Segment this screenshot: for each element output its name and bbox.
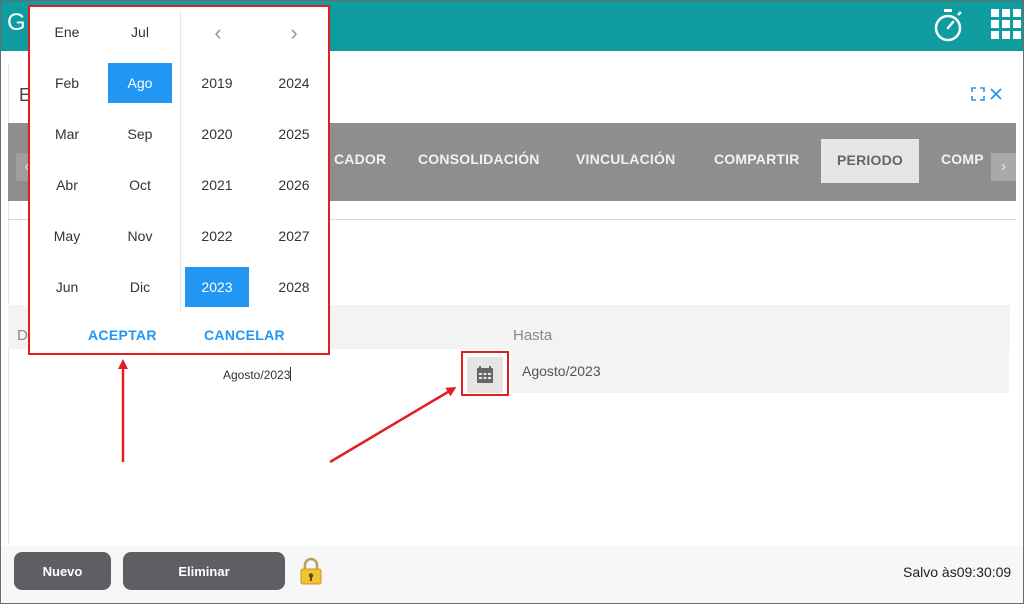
tab-indicador[interactable]: CADOR: [334, 151, 386, 167]
annotation-highlight-box: [461, 351, 509, 396]
expand-icon[interactable]: [971, 87, 985, 101]
tab-vinculacion[interactable]: VINCULACIÓN: [576, 151, 675, 167]
year-2024[interactable]: 2024: [262, 63, 326, 103]
saved-status: Salvo às09:30:09: [903, 564, 1012, 580]
month-feb[interactable]: Feb: [35, 63, 99, 103]
month-mar[interactable]: Mar: [35, 114, 99, 154]
new-button[interactable]: Nuevo: [14, 552, 111, 590]
year-2021[interactable]: 2021: [185, 165, 249, 205]
stopwatch-icon[interactable]: [931, 7, 965, 43]
month-jan[interactable]: Ene: [35, 12, 99, 52]
cancel-button[interactable]: CANCELAR: [204, 327, 285, 343]
desde-value: Agosto/2023: [223, 368, 291, 382]
year-2022[interactable]: 2022: [185, 216, 249, 256]
lock-icon[interactable]: [298, 557, 324, 585]
tab-comp[interactable]: COMP: [941, 151, 984, 167]
month-jun[interactable]: Jun: [35, 267, 99, 307]
month-may[interactable]: May: [35, 216, 99, 256]
year-2023-selected[interactable]: 2023: [185, 267, 249, 307]
year-2026[interactable]: 2026: [262, 165, 326, 205]
picker-divider: [180, 11, 181, 311]
month-dec[interactable]: Dic: [108, 267, 172, 307]
hasta-label: Hasta: [513, 327, 553, 344]
close-icon[interactable]: [989, 87, 1003, 101]
month-year-picker: Ene Feb Mar Abr May Jun Jul Ago Sep Oct …: [28, 5, 330, 355]
month-apr[interactable]: Abr: [35, 165, 99, 205]
next-years-icon[interactable]: ›: [282, 20, 306, 45]
month-sep[interactable]: Sep: [108, 114, 172, 154]
desde-label: D: [17, 327, 28, 344]
hasta-value: Agosto/2023: [522, 363, 601, 379]
hasta-field[interactable]: Agosto/2023: [511, 349, 1009, 393]
year-2020[interactable]: 2020: [185, 114, 249, 154]
delete-button[interactable]: Eliminar: [123, 552, 285, 590]
month-nov[interactable]: Nov: [108, 216, 172, 256]
tab-consolidacion[interactable]: CONSOLIDACIÓN: [418, 151, 540, 167]
desde-field[interactable]: Agosto/2023: [223, 367, 292, 382]
month-aug-selected[interactable]: Ago: [108, 63, 172, 103]
year-2019[interactable]: 2019: [185, 63, 249, 103]
apps-grid-icon[interactable]: [989, 7, 1023, 41]
prev-years-icon[interactable]: ‹: [206, 20, 230, 45]
year-2025[interactable]: 2025: [262, 114, 326, 154]
month-oct[interactable]: Oct: [108, 165, 172, 205]
tab-scroll-right-icon[interactable]: ›: [991, 153, 1016, 181]
tab-compartir[interactable]: COMPARTIR: [714, 151, 800, 167]
year-2028[interactable]: 2028: [262, 267, 326, 307]
brand-logo: G: [7, 9, 26, 36]
year-2027[interactable]: 2027: [262, 216, 326, 256]
month-jul[interactable]: Jul: [108, 12, 172, 52]
accept-button[interactable]: ACEPTAR: [88, 327, 157, 343]
tab-periodo[interactable]: PERIODO: [821, 139, 919, 183]
text-caret: [290, 367, 292, 381]
